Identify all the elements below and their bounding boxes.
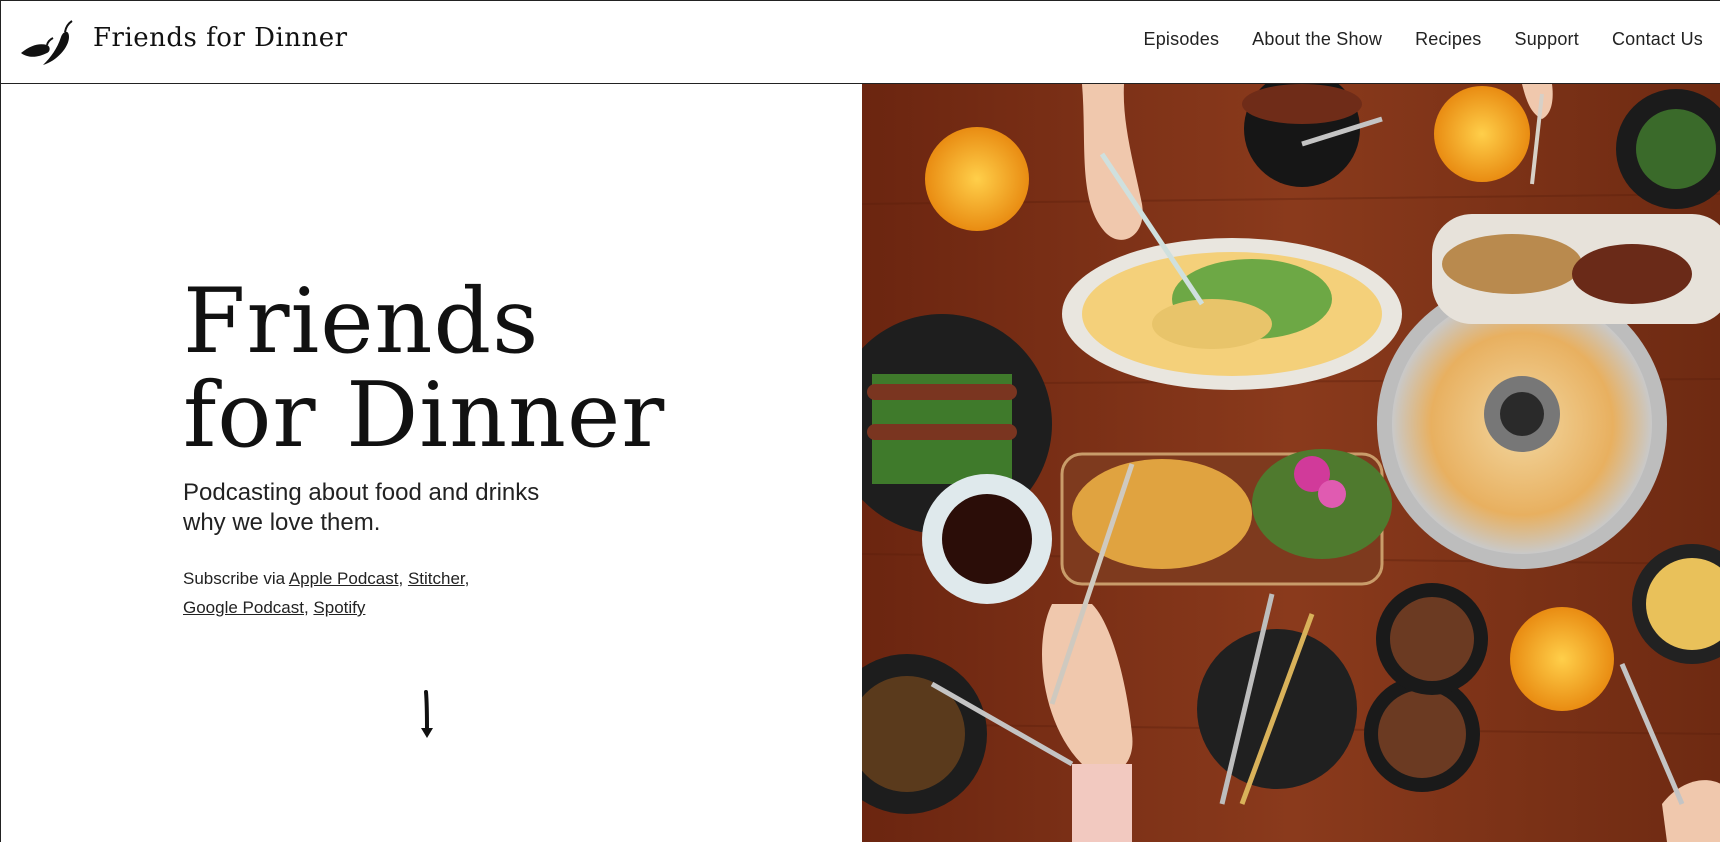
stitcher-link[interactable]: Stitcher <box>408 569 465 588</box>
hero-title-line-2: for Dinner <box>183 363 666 468</box>
apple-podcast-link[interactable]: Apple Podcast <box>289 569 399 588</box>
nav-episodes[interactable]: Episodes <box>1144 29 1220 50</box>
site-header: Friends for Dinner Episodes About the Sh… <box>1 0 1720 84</box>
food-table-illustration <box>862 84 1720 842</box>
nav-about-the-show[interactable]: About the Show <box>1252 29 1382 50</box>
site-title-link[interactable]: Friends for Dinner <box>93 23 348 53</box>
nav-recipes[interactable]: Recipes <box>1415 29 1481 50</box>
chili-peppers-icon[interactable] <box>17 15 77 69</box>
page: Friends for Dinner Episodes About the Sh… <box>0 0 1720 842</box>
hero-title: Friends for Dinner <box>183 275 665 463</box>
nav-contact-us[interactable]: Contact Us <box>1612 29 1703 50</box>
hero-tagline: Podcasting about food and drinks why we … <box>183 478 603 538</box>
tagline-line-1: Podcasting about food and drinks <box>183 479 540 506</box>
arrow-down-icon[interactable] <box>415 690 439 740</box>
google-podcast-link[interactable]: Google Podcast <box>183 598 304 617</box>
tagline-line-2: why we love them. <box>183 509 381 536</box>
spotify-link[interactable]: Spotify <box>313 598 365 617</box>
subscribe-text: Subscribe via Apple Podcast, Stitcher, Go… <box>183 569 470 617</box>
hero-food-image <box>862 84 1720 842</box>
subscribe-prefix: Subscribe via <box>183 569 289 588</box>
hero-title-line-1: Friends <box>183 269 540 374</box>
nav-support[interactable]: Support <box>1515 29 1579 50</box>
main-nav: Episodes About the Show Recipes Support … <box>1144 29 1703 50</box>
